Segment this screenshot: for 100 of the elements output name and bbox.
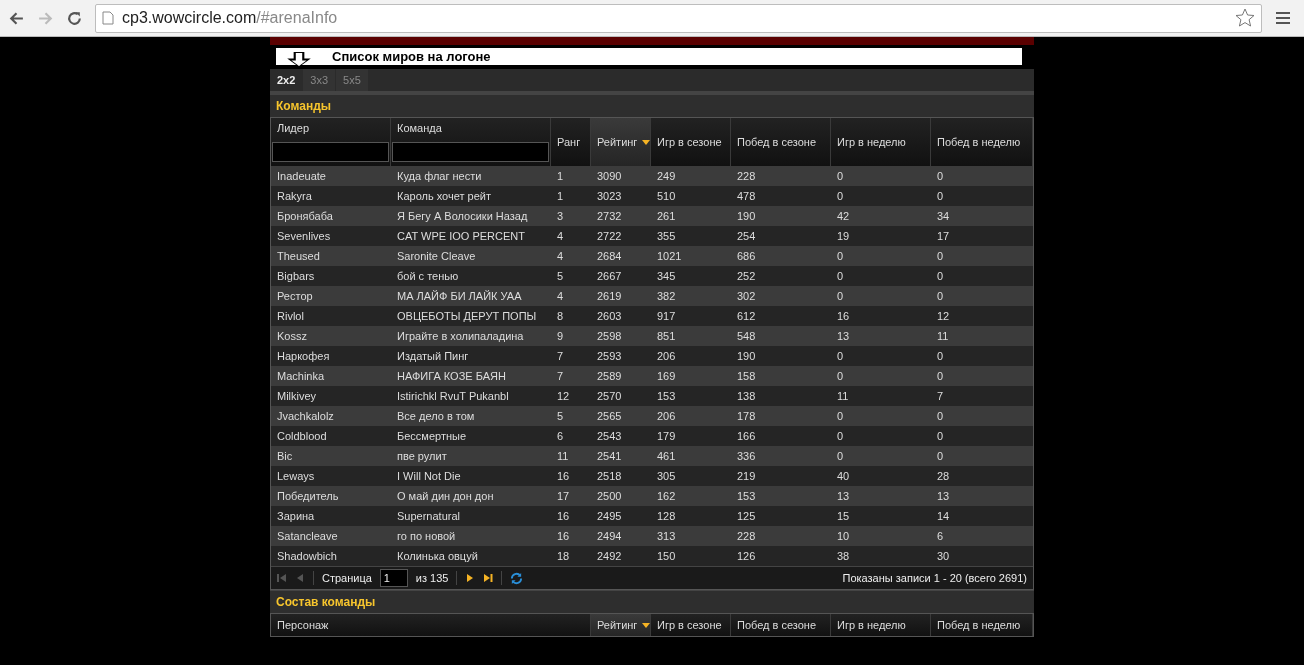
column-header[interactable]: Побед в неделю [931,118,1033,166]
table-cell-text: ОВЦЕБОТЫ ДЕРУТ ПОПЫ [396,309,538,324]
table-cell-text: I Will Not Die [396,469,462,484]
table-cell-text: 1021 [656,249,683,264]
table-cell-text: 11 [556,449,570,464]
table-cell-text: 0 [936,189,945,204]
table-cell-text: 0 [836,249,845,264]
table-cell-text: 510 [656,189,677,204]
table-cell-text: 4 [556,229,565,244]
table-cell-text: 9 [556,329,565,344]
table-cell-text: 162 [656,489,677,504]
column-header[interactable]: Игр в неделю [831,614,931,636]
table-cell-text: 7 [936,389,945,404]
table-cell-text: Milkivey [276,389,318,404]
column-header[interactable]: Побед в сезоне [731,614,831,636]
page-field[interactable]: 1 [379,569,408,587]
table-cell-text: Shadowbich [276,549,338,564]
table-cell-text: 0 [936,369,945,384]
table-cell-text: Рестор [276,289,314,304]
table-cell-text: 0 [836,189,845,204]
column-header[interactable]: Команда [391,118,551,166]
column-header[interactable]: Игр в сезоне [651,118,731,166]
table-cell-text: 2565 [596,409,623,424]
table-cell-text: 179 [656,429,677,444]
table-cell-text: бой с тенью [396,269,460,284]
last-page-icon[interactable] [483,573,494,583]
star-icon[interactable] [1235,8,1255,28]
table-cell-text: МА ЛАЙФ БИ ЛАЙК УАА [396,289,523,304]
table-cell-text: 30 [936,549,951,564]
table-cell-text: 138 [736,389,757,404]
column-header[interactable]: Персонаж [271,614,591,636]
table-cell-text: 0 [936,429,945,444]
table-cell-text: 11 [936,329,950,344]
table-cell-text: 34 [936,209,951,224]
table-cell-text: 2570 [596,389,623,404]
section-title: Команды [270,94,1034,118]
address-bar[interactable]: cp3.wowcircle.com/#arenaInfo [95,3,1262,33]
column-header[interactable]: Побед в неделю [931,614,1033,636]
table-cell-text: Я Бегу А Волосики Назад [396,209,529,224]
table-cell-text: 2589 [596,369,623,384]
page-label: Страница [322,572,372,584]
table-cell-text: 17 [936,229,951,244]
table-cell-text: Зарина [276,509,316,524]
table-cell-text: 125 [736,509,757,524]
table-cell-text: 917 [656,309,677,324]
column-header[interactable]: Побед в сезоне [731,118,831,166]
table-cell-text: 28 [936,469,951,484]
column-header[interactable]: Рейтинг [591,614,651,636]
table-cell-text: 150 [656,549,677,564]
table-cell-text: Играйте в холипаладина [396,329,525,344]
table-cell-text: 228 [736,169,757,184]
table-cell-text: Rakyra [276,189,313,204]
table-cell-text: пве рулит [396,449,448,464]
table-cell-text: 254 [736,229,757,244]
table-cell-text: 2593 [596,349,623,364]
column-header[interactable]: Лидер [271,118,391,166]
column-header[interactable]: Ранг [551,118,591,166]
column-header[interactable]: Игр в сезоне [651,614,731,636]
reload-icon[interactable] [66,9,83,27]
table-cell-text: 166 [736,429,757,444]
table-cell-text: 3023 [596,189,623,204]
table-cell-text: 0 [936,289,945,304]
table-cell-text: Supernatural [396,509,461,524]
table-cell-text: 2518 [596,469,623,484]
table-cell-text: Bigbars [276,269,316,284]
table-cell-text: 42 [836,209,851,224]
table-cell-text: 169 [656,369,677,384]
table-cell-text: 478 [736,189,757,204]
table-cell-text: 6 [556,429,565,444]
table-cell-text: Coldblood [276,429,328,444]
url-text: cp3.wowcircle.com/#arenaInfo [122,9,339,27]
table-cell-text: 178 [736,409,757,424]
table-cell-text: 548 [736,329,757,344]
refresh-icon[interactable] [510,571,524,585]
menu-icon[interactable] [1276,12,1290,24]
table-cell-text: 0 [936,249,945,264]
table-cell-text: 2619 [596,289,623,304]
sort-caret-icon [642,139,651,145]
tab[interactable]: 5x5 [336,69,368,91]
table-cell-text: 2598 [596,329,623,344]
table-cell-text: 0 [836,349,845,364]
table-cell-text: 1 [556,169,565,184]
table-cell-text: 2541 [596,449,623,464]
table-cell-text: Rivlol [276,309,305,324]
table-cell-text: НАФИГА КОЗЕ БАЯН [396,369,507,384]
table-cell-text: 5 [556,409,565,424]
table-cell-text: 2722 [596,229,623,244]
column-header[interactable]: Рейтинг [591,118,651,166]
filter-field[interactable] [272,142,389,162]
table-cell-text: Бронябаба [276,209,334,224]
table-cell-text: 158 [736,369,757,384]
banner[interactable]: Список миров на логоне [276,48,1022,65]
column-header[interactable]: Игр в неделю [831,118,931,166]
table-cell-text: 16 [836,309,851,324]
table-cell-text: 0 [836,369,845,384]
table-cell-text: Sevenlives [276,229,332,244]
filter-field[interactable] [392,142,549,162]
table-cell-text: 3090 [596,169,623,184]
tab[interactable]: 3x3 [303,69,336,91]
sort-caret-icon [642,622,651,628]
